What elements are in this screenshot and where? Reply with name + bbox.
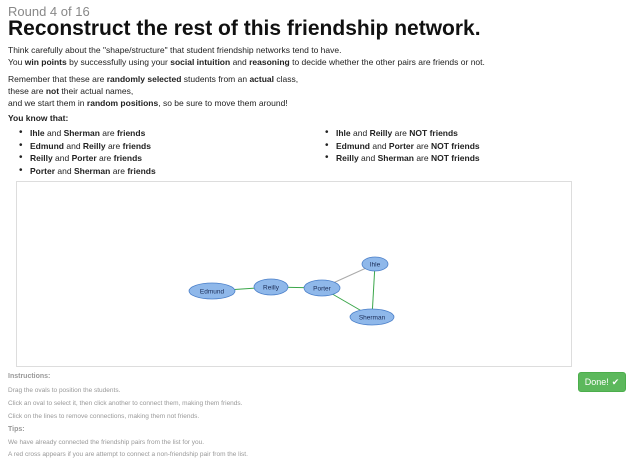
nonfriend-pairs-list: Ihle and Reilly are NOT friends Edmund a… — [322, 127, 480, 165]
tip-line: We have already connected the friendship… — [8, 439, 205, 446]
node-label: Reilly — [263, 284, 280, 291]
node-porter[interactable]: Porter — [303, 279, 341, 297]
node-label: Sherman — [359, 314, 386, 321]
friend-pair: Edmund and Reilly are friends — [16, 140, 156, 153]
friend-pair: Ihle and Sherman are friends — [16, 127, 156, 140]
tip-line: A red cross appears if you are attempt t… — [8, 451, 248, 458]
node-label: Edmund — [200, 288, 225, 295]
instruction-line: Click on the lines to remove connections… — [8, 413, 200, 420]
node-label: Ihle — [370, 261, 381, 268]
checkmark-icon: ✔ — [611, 376, 620, 387]
network-graph[interactable]: Edmund Reilly Porter Ihle Sherman — [17, 182, 571, 366]
done-button-label: Done! — [584, 377, 609, 387]
you-know-heading: You know that: — [8, 113, 69, 123]
node-edmund[interactable]: Edmund — [188, 282, 236, 300]
node-ihle[interactable]: Ihle — [361, 256, 389, 272]
done-button[interactable]: Done! ✔ — [578, 372, 626, 392]
instruction-line: Click an oval to select it, then click a… — [8, 400, 243, 407]
network-canvas[interactable]: Edmund Reilly Porter Ihle Sherman — [16, 181, 572, 367]
nonfriend-pair: Reilly and Sherman are NOT friends — [322, 152, 480, 165]
intro-line-3: Remember that these are randomly selecte… — [8, 74, 299, 84]
node-label: Porter — [313, 285, 332, 292]
node-sherman[interactable]: Sherman — [349, 308, 395, 326]
nonfriend-pair: Ihle and Reilly are NOT friends — [322, 127, 480, 140]
intro-line-5: and we start them in random positions, s… — [8, 98, 288, 108]
instruction-line: Drag the ovals to position the students. — [8, 387, 121, 394]
tips-heading: Tips: — [8, 426, 25, 433]
friend-pairs-list: Ihle and Sherman are friends Edmund and … — [16, 127, 156, 177]
page-title: Reconstruct the rest of this friendship … — [8, 17, 481, 40]
friend-pair: Porter and Sherman are friends — [16, 165, 156, 178]
node-reilly[interactable]: Reilly — [253, 278, 289, 296]
intro-line-4: these are not their actual names, — [8, 86, 134, 96]
nonfriend-pair: Edmund and Porter are NOT friends — [322, 140, 480, 153]
instructions-heading: Instructions: — [8, 373, 51, 380]
intro-line-2: You win points by successfully using you… — [8, 57, 485, 67]
intro-line-1: Think carefully about the "shape/structu… — [8, 45, 342, 55]
friend-pair: Reilly and Porter are friends — [16, 152, 156, 165]
